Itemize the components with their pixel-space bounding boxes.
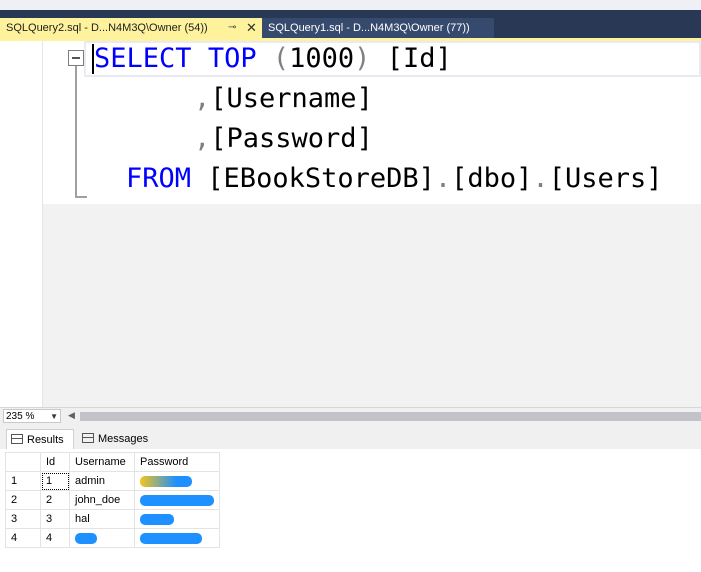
zoom-value: 235 % [6, 411, 35, 422]
database-name: [EBookStoreDB] [207, 163, 435, 194]
keyword-from: FROM [126, 163, 192, 194]
redaction-mark [140, 475, 192, 487]
column-username: [Username] [210, 83, 373, 114]
redaction-mark [140, 532, 202, 544]
row-number[interactable]: 4 [5, 528, 41, 548]
pin-icon[interactable]: ⊸ [228, 18, 236, 38]
grid-header-row: Id Username Password [5, 452, 220, 472]
tab-sqlquery1[interactable]: SQLQuery1.sql - D...N4M3Q\Owner (77)) [262, 18, 494, 38]
column-header-username[interactable]: Username [69, 452, 135, 472]
zoom-dropdown[interactable]: 235 % ▼ [3, 409, 61, 423]
cell-password[interactable] [134, 471, 220, 491]
row-number[interactable]: 3 [5, 509, 41, 529]
tab-results-label: Results [27, 434, 64, 446]
keyword-top: TOP [207, 43, 257, 74]
comma: , [194, 83, 211, 114]
row-number[interactable]: 1 [5, 471, 41, 491]
tab-sqlquery2[interactable]: SQLQuery2.sql - D...N4M3Q\Owner (54)) ⊸ … [0, 18, 262, 38]
tab-sqlquery2-label: SQLQuery2.sql - D...N4M3Q\Owner (54)) [6, 22, 208, 34]
corner-cell[interactable] [5, 452, 41, 472]
row-number[interactable]: 2 [5, 490, 41, 510]
results-tab-strip: Results Messages [0, 425, 701, 449]
code-line-3: ,[Password] [194, 121, 373, 157]
cell-id[interactable]: 3 [40, 509, 70, 529]
cell-username[interactable]: john_doe [69, 490, 135, 510]
tab-messages[interactable]: Messages [78, 429, 156, 449]
editor-gutter [0, 41, 43, 407]
dot: . [532, 163, 549, 194]
cell-password[interactable] [134, 509, 220, 529]
table-row[interactable]: 4 4 [5, 528, 220, 548]
horizontal-scrollbar-thumb[interactable] [80, 412, 701, 421]
table-row[interactable]: 1 1 admin [5, 471, 220, 491]
document-tab-strip: SQLQuery2.sql - D...N4M3Q\Owner (54)) ⊸ … [0, 0, 701, 41]
redaction-mark [140, 513, 174, 525]
table-row[interactable]: 3 3 hal [5, 509, 220, 529]
code-line-2: ,[Username] [194, 81, 373, 117]
chevron-down-icon: ▼ [50, 412, 58, 421]
column-header-id[interactable]: Id [40, 452, 70, 472]
tab-sqlquery1-label: SQLQuery1.sql - D...N4M3Q\Owner (77)) [268, 22, 470, 34]
paren-open: ( [272, 43, 290, 74]
paren-close: ) [354, 43, 371, 74]
redaction-mark [75, 532, 97, 544]
number-literal: 1000 [289, 43, 355, 74]
collapse-icon[interactable] [68, 50, 84, 66]
dot: . [434, 163, 452, 194]
query-editor[interactable]: SELECT TOP (1000) [Id] ,[Username] ,[Pas… [0, 41, 701, 407]
close-icon[interactable]: ✕ [246, 18, 257, 38]
redaction-mark [140, 494, 214, 506]
editor-empty-area[interactable] [43, 204, 701, 407]
fold-guide-end [75, 196, 87, 198]
cell-username[interactable]: admin [69, 471, 135, 491]
zoom-bar: 235 % ▼ ◀ [0, 407, 701, 425]
messages-icon [82, 433, 94, 443]
results-grid[interactable]: Id Username Password 1 1 admin 2 2 john_… [5, 452, 220, 548]
cell-username[interactable] [69, 528, 135, 548]
scroll-left-icon[interactable]: ◀ [68, 410, 75, 421]
cell-id[interactable]: 1 [40, 471, 70, 491]
comma: , [194, 123, 211, 154]
keyword-select: SELECT [94, 43, 192, 74]
schema-name: [dbo] [451, 163, 533, 194]
grid-icon [11, 434, 23, 444]
column-password: [Password] [210, 123, 373, 154]
code-line-1: SELECT TOP (1000) [Id] [94, 41, 452, 77]
results-grid-area: Id Username Password 1 1 admin 2 2 john_… [0, 449, 701, 572]
column-id: [Id] [386, 43, 452, 74]
column-header-password[interactable]: Password [134, 452, 220, 472]
table-row[interactable]: 2 2 john_doe [5, 490, 220, 510]
cell-password[interactable] [134, 490, 220, 510]
cell-id[interactable]: 2 [40, 490, 70, 510]
code-line-4: FROM [EBookStoreDB].[dbo].[Users] [126, 161, 662, 197]
tab-messages-label: Messages [98, 433, 149, 445]
table-name: [Users] [548, 163, 663, 194]
tab-results[interactable]: Results [6, 429, 74, 449]
fold-guide-line [75, 66, 77, 198]
cell-password[interactable] [134, 528, 220, 548]
cell-id[interactable]: 4 [40, 528, 70, 548]
cell-username[interactable]: hal [69, 509, 135, 529]
